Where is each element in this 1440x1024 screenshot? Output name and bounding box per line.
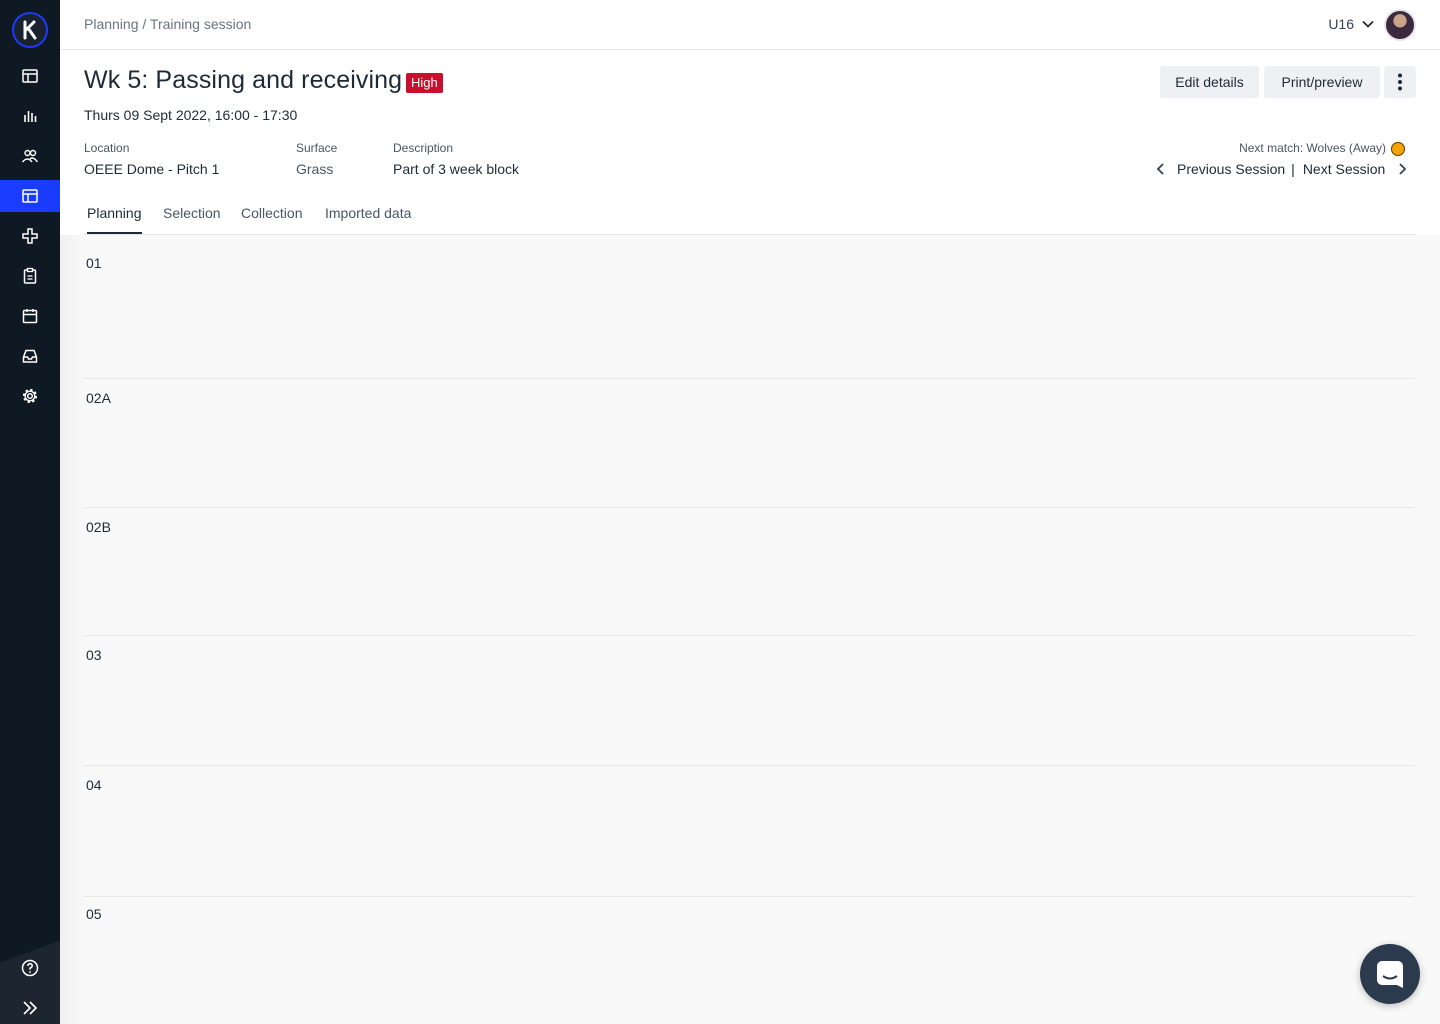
nav-item-analysis[interactable] [0,100,60,132]
session-datetime: Thurs 09 Sept 2022, 16:00 - 17:30 [84,107,298,123]
app-logo[interactable] [12,12,48,48]
nav-item-forms[interactable] [0,260,60,292]
description-label: Description [393,141,454,155]
layout-icon [22,69,38,83]
content-shadow [60,235,84,1024]
chevron-right-icon[interactable] [1397,163,1407,175]
inbox-icon [22,349,38,363]
sidebar [0,0,60,1024]
chevron-down-icon [1362,20,1374,28]
planning-icon [22,189,38,203]
section-label: 04 [86,777,102,793]
drill-section-05: 05 [84,897,1414,1024]
section-label: 02B [86,519,111,535]
athletes-icon [21,149,39,163]
nav-item-medical[interactable] [0,220,60,252]
tab-imported-data[interactable]: Imported data [325,205,411,234]
tab-selection[interactable]: Selection [163,205,221,234]
nav-item-expand[interactable] [0,992,60,1024]
user-avatar[interactable] [1384,9,1416,41]
next-match-label[interactable]: Next match: Wolves (Away) [1239,141,1386,155]
surface-label: Surface [296,141,338,155]
surface-value: Grass [296,161,334,177]
section-label: 05 [86,906,102,922]
team-selector[interactable]: U16 [1328,16,1374,32]
chat-launcher-button[interactable] [1360,944,1420,1004]
section-label: 03 [86,647,102,663]
tab-collection[interactable]: Collection [241,205,302,234]
drill-section-02b: 02B [84,508,1414,636]
drill-section-03: 03 [84,636,1414,766]
location-value: OEEE Dome - Pitch 1 [84,161,220,177]
forms-icon [23,267,37,284]
drill-section-01: 01 [84,235,1414,379]
drill-section-02a: 02A [84,379,1414,508]
breadcrumb[interactable]: Planning / Training session [84,16,251,32]
section-label: 01 [86,255,102,271]
top-bar: Planning / Training session U16 [60,0,1440,50]
edit-details-button[interactable]: Edit details [1160,66,1259,98]
previous-session-link[interactable]: Previous Session [1177,161,1285,177]
calendar-icon [22,309,38,324]
next-session-link[interactable]: Next Session [1303,161,1385,177]
location-label: Location [84,141,130,155]
more-vertical-icon [1398,73,1402,91]
print-preview-button[interactable]: Print/preview [1264,66,1380,98]
team-selector-label: U16 [1328,16,1354,32]
nav-item-help[interactable] [0,952,60,984]
chat-icon [1377,961,1403,988]
nav-item-planning[interactable] [0,180,60,212]
chevron-left-icon[interactable] [1156,163,1166,175]
club-crest-icon [1391,142,1405,156]
settings-icon [22,388,38,404]
session-navigation: Previous Session | Next Session [1156,161,1407,177]
tab-planning[interactable]: Planning [87,205,142,234]
analytics-icon [24,111,37,122]
expand-icon [23,1001,38,1015]
more-options-button[interactable] [1384,66,1416,98]
description-value: Part of 3 week block [393,161,520,177]
priority-badge: High [406,73,443,93]
section-label: 02A [86,390,111,406]
planning-content: 01 02A 02B 03 04 05 [60,235,1440,1024]
nav-item-inbox[interactable] [0,340,60,372]
nav-item-dashboard[interactable] [0,60,60,92]
tab-bar: Planning Selection Collection Imported d… [84,205,1416,235]
nav-item-calendar[interactable] [0,300,60,332]
nav-item-athletes[interactable] [0,140,60,172]
page-title: Wk 5: Passing and receiving [84,66,403,94]
help-icon [21,959,39,977]
medical-icon [22,228,38,244]
nav-item-settings[interactable] [0,380,60,412]
drill-section-04: 04 [84,766,1414,897]
logo-icon [23,20,37,40]
session-nav-separator: | [1291,161,1295,177]
